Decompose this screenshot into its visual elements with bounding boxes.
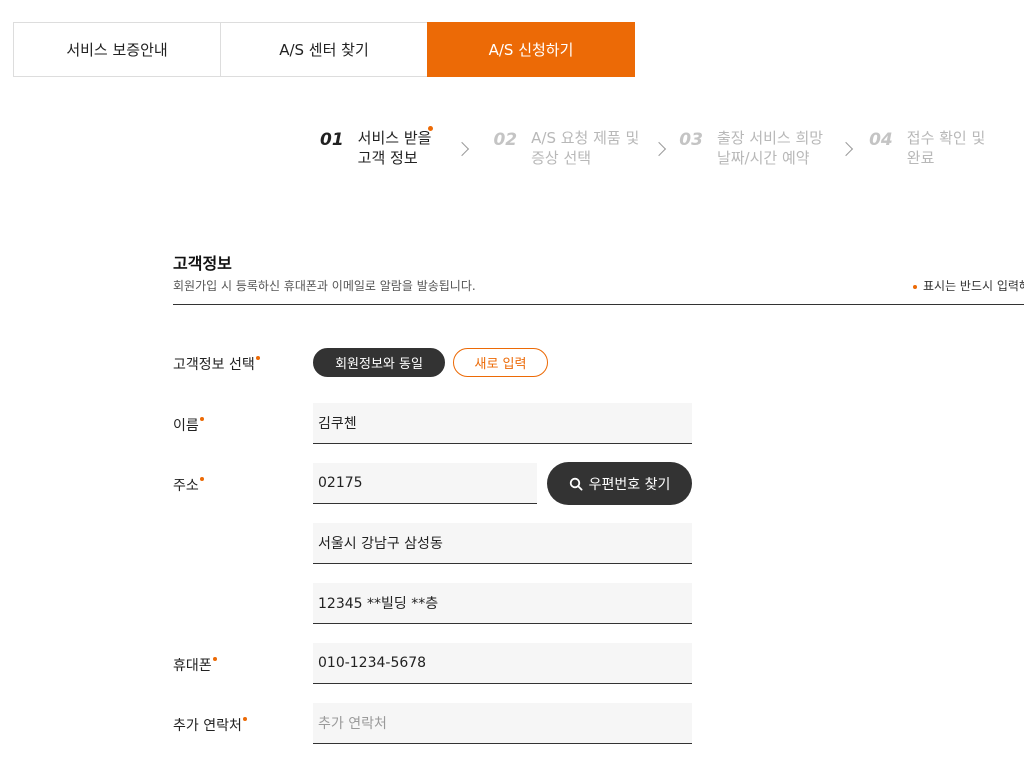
customer-select-label: 고객정보 선택	[173, 354, 260, 374]
same-as-member-button[interactable]: 회원정보와 동일	[313, 348, 445, 377]
tab-warranty-info[interactable]: 서비스 보증안내	[13, 22, 221, 77]
name-label-text: 이름	[173, 418, 199, 434]
required-dot-icon	[199, 417, 204, 421]
step-number: 03	[679, 130, 703, 150]
address-line1-field[interactable]: 서울시 강남구 삼성동	[313, 523, 692, 564]
extra-contact-label: 추가 연락처	[173, 715, 247, 735]
step-label: A/S 요청 제품 및 증상 선택	[531, 129, 640, 167]
phone-label: 휴대폰	[173, 655, 217, 675]
zipcode-search-label: 우편번호 찾기	[588, 476, 671, 493]
chevron-right-icon	[455, 141, 470, 157]
required-dot-icon	[255, 356, 260, 360]
name-label: 이름	[173, 415, 204, 435]
chevron-right-icon	[839, 141, 854, 157]
chevron-right-icon	[652, 141, 667, 157]
search-icon	[569, 477, 583, 491]
step-label: 접수 확인 및 완료	[906, 129, 986, 167]
section-title: 고객정보	[173, 254, 232, 273]
step-number: 02	[493, 130, 518, 150]
step-separator	[823, 128, 869, 168]
phone-label-text: 휴대폰	[173, 658, 212, 674]
zipcode-field[interactable]: 02175	[313, 463, 537, 504]
section-divider	[173, 304, 1024, 305]
step-3: 03 출장 서비스 희망 날짜/시간 예약	[679, 128, 823, 168]
required-note-text: 표시는 반드시 입력해	[923, 279, 1024, 293]
step-separator	[639, 128, 679, 168]
tab-find-center[interactable]: A/S 센터 찾기	[220, 22, 428, 77]
phone-field[interactable]: 010-1234-5678	[313, 643, 692, 684]
step-2: 02 A/S 요청 제품 및 증상 선택	[493, 128, 639, 168]
address-label-text: 주소	[173, 478, 199, 494]
step-number: 04	[869, 130, 893, 150]
step-label: 출장 서비스 희망 날짜/시간 예약	[716, 129, 824, 167]
step-4: 04 접수 확인 및 완료	[869, 128, 985, 168]
name-field[interactable]: 김쿠첸	[313, 403, 692, 444]
zipcode-search-button[interactable]: 우편번호 찾기	[547, 462, 692, 505]
service-tabs: 서비스 보증안내 A/S 센터 찾기 A/S 신청하기	[13, 22, 635, 77]
address-line2-field[interactable]: 12345 **빌딩 **층	[313, 583, 692, 624]
extra-contact-field[interactable]: 추가 연락처	[313, 703, 692, 744]
required-dot-icon	[913, 284, 917, 289]
required-note: 표시는 반드시 입력해	[913, 277, 1024, 294]
new-input-button[interactable]: 새로 입력	[453, 348, 548, 377]
step-1: 01 서비스 받을 고객 정보	[320, 126, 433, 168]
step-number: 01	[320, 130, 344, 150]
customer-select-label-text: 고객정보 선택	[173, 357, 255, 373]
step-separator	[431, 128, 493, 168]
required-dot-icon	[242, 717, 247, 721]
address-label: 주소	[173, 475, 204, 495]
tab-request-as[interactable]: A/S 신청하기	[427, 22, 635, 77]
step-label: 서비스 받을 고객 정보	[357, 129, 432, 167]
extra-contact-label-text: 추가 연락처	[173, 718, 242, 734]
required-dot-icon	[199, 477, 204, 481]
progress-steps: 01 서비스 받을 고객 정보 02 A/S 요청 제품 및 증상 선택 03 …	[320, 126, 985, 168]
required-dot-icon	[212, 657, 217, 661]
section-description: 회원가입 시 등록하신 휴대폰과 이메일로 알람을 발송됩니다.	[173, 279, 476, 293]
current-step-dot-icon	[428, 126, 433, 131]
